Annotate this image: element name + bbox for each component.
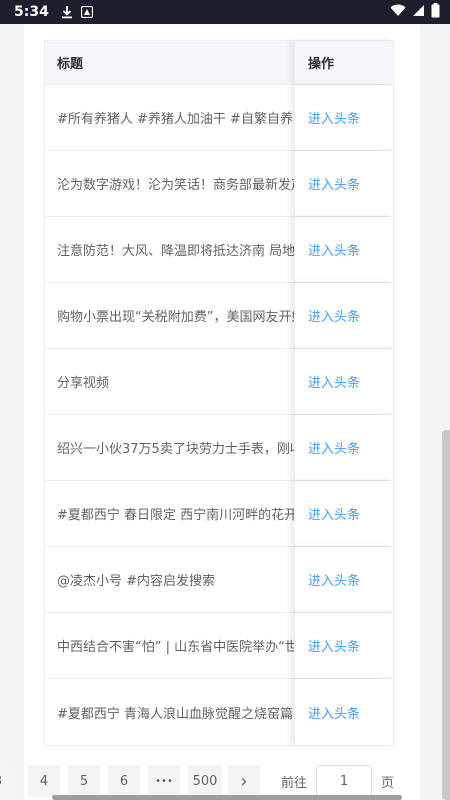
enter-toutiao-link[interactable]: 进入头条	[308, 570, 360, 589]
table-row: @凌杰小号 #内容启发搜索 进入头条	[45, 547, 393, 613]
row-action-cell: 进入头条	[294, 151, 393, 216]
content-card: 标题 操作 #所有养猪人 #养猪人加油干 #自繁自养 #养 进入头条 沦为数字游…	[24, 24, 420, 800]
wifi-icon	[390, 4, 406, 21]
page-button-5[interactable]: 5	[68, 765, 100, 797]
enter-toutiao-link[interactable]: 进入头条	[308, 174, 360, 193]
page-unit-label: 页	[381, 775, 395, 791]
table-row: 分享视频 进入头条	[45, 349, 393, 415]
enter-toutiao-link[interactable]: 进入头条	[308, 372, 360, 391]
next-page-button[interactable]: ›	[228, 765, 260, 797]
row-title: 沦为数字游戏！沦为笑话！商务部最新发声	[57, 178, 294, 193]
page-content: 标题 操作 #所有养猪人 #养猪人加油干 #自繁自养 #养 进入头条 沦为数字游…	[0, 24, 450, 800]
enter-toutiao-link[interactable]: 进入头条	[308, 240, 360, 259]
row-title: 注意防范！大风、降温即将抵达济南 局地有	[57, 244, 294, 259]
page-button-4[interactable]: 4	[28, 765, 60, 797]
row-action-cell: 进入头条	[294, 415, 393, 480]
page-jump-input[interactable]: 1	[316, 765, 372, 797]
row-action-cell: 进入头条	[294, 679, 393, 745]
row-action-cell: 进入头条	[294, 547, 393, 612]
table-row: 沦为数字游戏！沦为笑话！商务部最新发声 进入头条	[45, 151, 393, 217]
enter-toutiao-link[interactable]: 进入头条	[308, 636, 360, 655]
enter-toutiao-link[interactable]: 进入头条	[308, 438, 360, 457]
enter-toutiao-link[interactable]: 进入头条	[308, 306, 360, 325]
pagination: 3 4 5 6 ••• 500 › 前往 1 页	[0, 765, 450, 797]
row-title: 购物小票出现“关税附加费”，美国网友开始	[57, 310, 294, 325]
row-action-cell: 进入头条	[294, 217, 393, 282]
row-title: 绍兴一小伙37万5卖了块劳力士手表，刚收	[57, 442, 294, 457]
row-title: #所有养猪人 #养猪人加油干 #自繁自养 #养	[57, 112, 294, 127]
header-action: 操作	[294, 41, 393, 84]
row-title: #夏都西宁 青海人浪山血脉觉醒之烧窑篇#西	[57, 706, 294, 722]
enter-toutiao-link[interactable]: 进入头条	[308, 108, 360, 127]
status-time: 5:34	[14, 4, 49, 20]
enter-toutiao-link[interactable]: 进入头条	[308, 504, 360, 523]
row-title: #夏都西宁 春日限定 西宁南川河畔的花开了	[57, 508, 294, 523]
row-action-cell: 进入头条	[294, 481, 393, 546]
app-notification-icon	[80, 6, 93, 18]
battery-icon	[431, 2, 440, 22]
page-button-6[interactable]: 6	[108, 765, 140, 797]
table-row: #夏都西宁 青海人浪山血脉觉醒之烧窑篇#西 进入头条	[45, 679, 393, 745]
more-pages-button[interactable]: •••	[148, 765, 180, 797]
header-title: 标题	[57, 57, 84, 72]
page-button-3[interactable]: 3	[0, 765, 14, 797]
table-header: 标题 操作	[45, 41, 393, 85]
horizontal-scrollbar[interactable]	[52, 795, 402, 800]
table-row: #夏都西宁 春日限定 西宁南川河畔的花开了 进入头条	[45, 481, 393, 547]
row-action-cell: 进入头条	[294, 283, 393, 348]
table-row: 中西结合不害“怕” | 山东省中医院举办“世界 进入头条	[45, 613, 393, 679]
row-action-cell: 进入头条	[294, 349, 393, 414]
page-button-500[interactable]: 500	[188, 765, 222, 797]
articles-table: 标题 操作 #所有养猪人 #养猪人加油干 #自繁自养 #养 进入头条 沦为数字游…	[44, 40, 394, 746]
table-row: 注意防范！大风、降温即将抵达济南 局地有 进入头条	[45, 217, 393, 283]
row-action-cell: 进入头条	[294, 613, 393, 678]
table-row: #所有养猪人 #养猪人加油干 #自繁自养 #养 进入头条	[45, 85, 393, 151]
row-title: @凌杰小号 #内容启发搜索	[57, 574, 216, 589]
enter-toutiao-link[interactable]: 进入头条	[308, 703, 360, 722]
download-icon	[61, 5, 73, 19]
status-bar: 5:34	[0, 0, 450, 24]
chevron-right-icon: ›	[240, 770, 248, 792]
goto-label: 前往	[281, 775, 308, 791]
row-title: 分享视频	[57, 376, 110, 391]
table-row: 绍兴一小伙37万5卖了块劳力士手表，刚收 进入头条	[45, 415, 393, 481]
row-action-cell: 进入头条	[294, 85, 393, 150]
row-title: 中西结合不害“怕” | 山东省中医院举办“世界	[57, 640, 294, 655]
table-row: 购物小票出现“关税附加费”，美国网友开始 进入头条	[45, 283, 393, 349]
signal-icon	[412, 4, 425, 21]
vertical-scrollbar[interactable]	[442, 430, 450, 800]
